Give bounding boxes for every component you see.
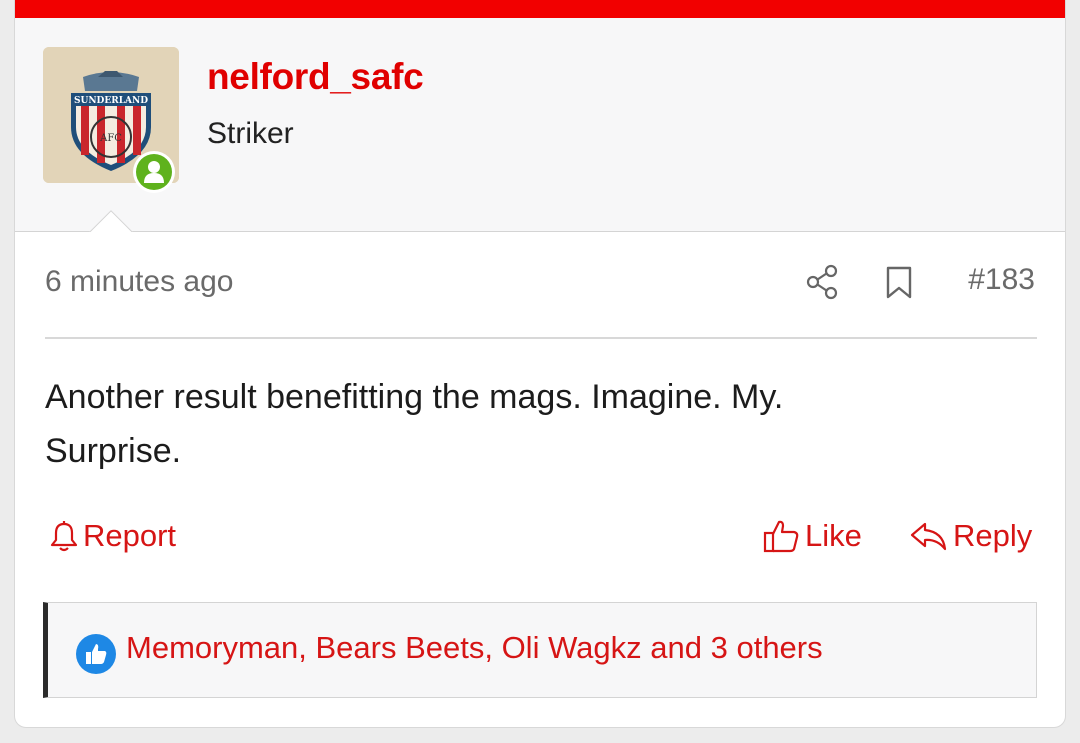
report-button[interactable]: Report bbox=[49, 518, 176, 554]
post-message: Another result benefitting the mags. Ima… bbox=[45, 370, 1005, 478]
post-timestamp[interactable]: 6 minutes ago bbox=[45, 265, 233, 299]
user-header: SUNDERLAND AFC nelford_safc Striker bbox=[15, 18, 1065, 232]
reply-arrow-icon bbox=[910, 522, 947, 551]
avatar-container[interactable]: SUNDERLAND AFC bbox=[43, 47, 179, 193]
message-line: Another result benefitting the mags. Ima… bbox=[45, 378, 784, 416]
report-label: Report bbox=[83, 518, 177, 553]
message-line: Surprise. bbox=[45, 432, 182, 470]
reply-label: Reply bbox=[953, 518, 1033, 553]
header-pointer bbox=[85, 206, 137, 232]
thumbs-up-icon bbox=[76, 634, 116, 674]
like-button[interactable]: Like bbox=[763, 518, 862, 554]
top-accent-bar bbox=[15, 0, 1065, 18]
post-card: SUNDERLAND AFC nelford_safc Striker 6 mi… bbox=[14, 0, 1066, 728]
crest-text: SUNDERLAND bbox=[74, 96, 148, 106]
reply-button[interactable]: Reply bbox=[909, 518, 1032, 554]
online-status bbox=[133, 151, 175, 193]
crest-letters: AFC bbox=[99, 133, 122, 144]
reactions-list-link[interactable]: Memoryman, Bears Beets, Oli Wagkz and 3 … bbox=[126, 630, 823, 666]
user-online-icon bbox=[144, 161, 164, 183]
bookmark-icon[interactable] bbox=[885, 266, 913, 305]
username-link[interactable]: nelford_safc bbox=[207, 56, 424, 98]
divider bbox=[45, 337, 1037, 339]
post-number-link[interactable]: #183 bbox=[968, 263, 1035, 297]
share-icon[interactable] bbox=[805, 264, 839, 305]
like-label: Like bbox=[805, 518, 862, 553]
thumbs-up-outline-icon bbox=[763, 520, 799, 553]
reactions-bar: Memoryman, Bears Beets, Oli Wagkz and 3 … bbox=[43, 602, 1037, 698]
user-title: Striker bbox=[207, 117, 294, 150]
bell-icon bbox=[50, 521, 78, 552]
